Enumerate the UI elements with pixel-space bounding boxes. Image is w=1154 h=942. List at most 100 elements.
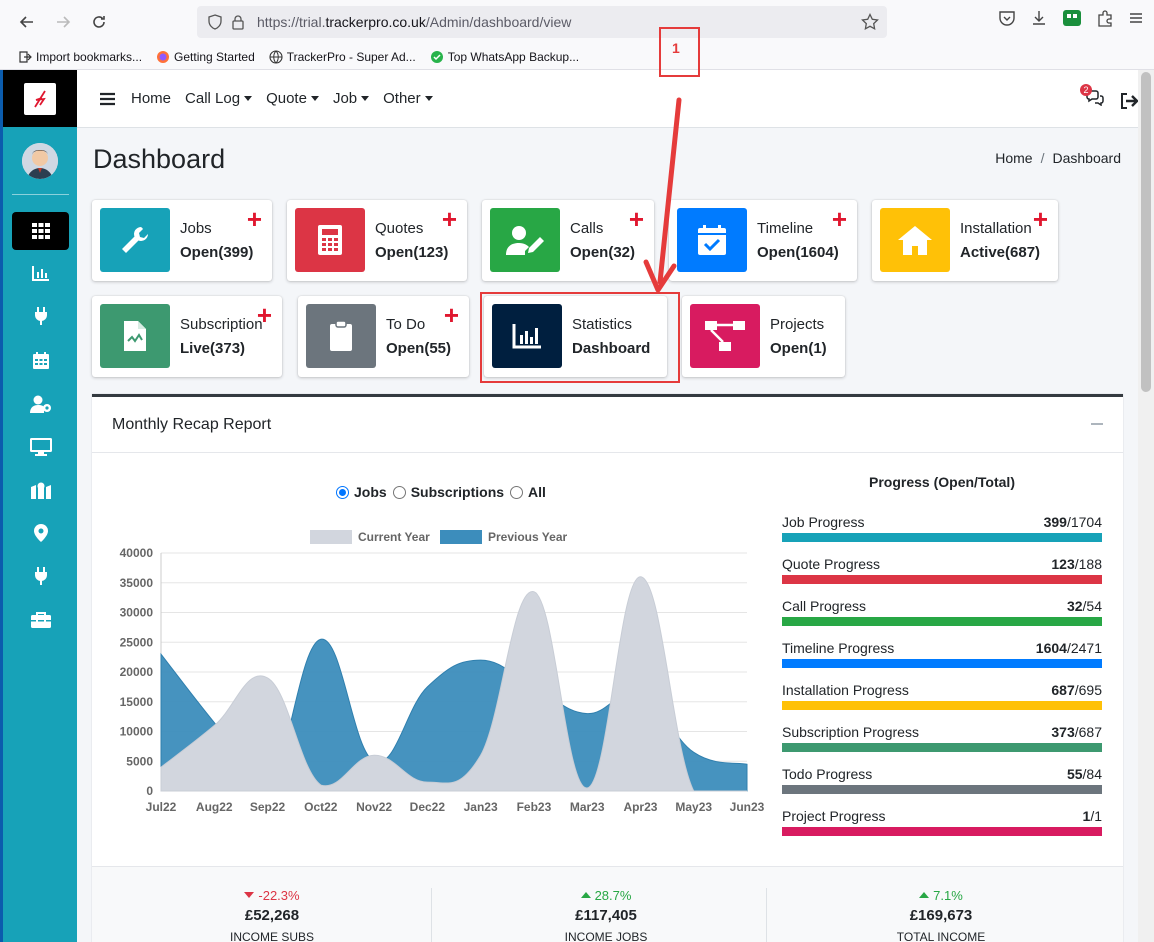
info-box-value: Open(1604) bbox=[757, 244, 839, 261]
brand-logo[interactable] bbox=[3, 70, 77, 127]
bookmark-getting-started[interactable]: Getting Started bbox=[156, 50, 255, 64]
progress-value: 399/1704 bbox=[1043, 514, 1102, 530]
bookmark-whatsapp-backup[interactable]: Top WhatsApp Backup... bbox=[430, 50, 579, 64]
firefox-icon bbox=[157, 50, 170, 63]
progress-bar bbox=[782, 785, 1102, 794]
nav-home[interactable]: Home bbox=[131, 90, 171, 107]
progress-bar bbox=[782, 617, 1102, 626]
card-header: Monthly Recap Report bbox=[92, 397, 1123, 453]
nav-job[interactable]: Job bbox=[333, 90, 370, 107]
messages-button[interactable]: 2 bbox=[1080, 84, 1104, 111]
collapse-minus-icon[interactable] bbox=[1091, 423, 1103, 425]
info-box-value: Open(55) bbox=[386, 340, 452, 357]
info-box-jobs[interactable]: Jobs Open(399) + bbox=[92, 200, 272, 281]
breadcrumb-separator: / bbox=[1040, 150, 1045, 166]
add-todo-button[interactable]: + bbox=[444, 302, 459, 328]
info-box-calls[interactable]: Calls Open(32) + bbox=[482, 200, 654, 281]
x-tick-label: Feb23 bbox=[517, 800, 552, 814]
add-installation-button[interactable]: + bbox=[1033, 206, 1048, 232]
nav-call-log[interactable]: Call Log bbox=[185, 90, 253, 107]
stat-percentage: -22.3% bbox=[172, 888, 372, 903]
sidebar-item-calendar[interactable] bbox=[12, 341, 69, 379]
info-box-title: Projects bbox=[770, 316, 825, 333]
url-text: https://trial.trackerpro.co.uk/Admin/das… bbox=[257, 14, 572, 30]
info-box-title: Jobs bbox=[180, 220, 212, 237]
annotation-arrow-icon bbox=[643, 97, 682, 293]
forward-button[interactable] bbox=[45, 4, 81, 40]
stat-amount: £169,673 bbox=[909, 907, 973, 924]
progress-title: Progress (Open/Total) bbox=[869, 474, 1015, 490]
extensions-puzzle-icon[interactable] bbox=[1096, 9, 1114, 27]
user-edit-icon bbox=[490, 208, 560, 272]
lock-icon bbox=[232, 15, 244, 30]
extension-green-icon[interactable] bbox=[1062, 9, 1082, 27]
add-quote-button[interactable]: + bbox=[442, 206, 457, 232]
sidebar-item-user-settings[interactable] bbox=[12, 385, 69, 423]
add-job-button[interactable]: + bbox=[247, 206, 262, 232]
radio-all[interactable] bbox=[510, 485, 524, 499]
progress-label: Project Progress bbox=[782, 808, 886, 824]
info-box-installation[interactable]: Installation Active(687) + bbox=[872, 200, 1058, 281]
bookmark-star-icon[interactable] bbox=[861, 13, 879, 31]
pocket-icon[interactable] bbox=[998, 9, 1016, 27]
annotation-number: 1 bbox=[672, 40, 680, 56]
sidebar-item-toolbox[interactable] bbox=[12, 601, 69, 639]
radio-jobs[interactable] bbox=[336, 485, 349, 499]
sidebar-item-map[interactable] bbox=[12, 471, 69, 509]
info-box-value: Open(1) bbox=[770, 340, 827, 357]
stat-label: TOTAL INCOME bbox=[896, 930, 986, 942]
info-box-todo[interactable]: To Do Open(55) + bbox=[298, 296, 469, 377]
info-box-value: Open(123) bbox=[375, 244, 449, 261]
menu-icon[interactable] bbox=[1128, 10, 1144, 26]
x-tick-label: Jun23 bbox=[730, 800, 765, 814]
info-box-subscription[interactable]: Subscription Live(373) + bbox=[92, 296, 282, 377]
bookmarks-bar: Import bookmarks... Getting Started Trac… bbox=[0, 44, 1154, 70]
hamburger-menu-icon[interactable] bbox=[100, 92, 115, 106]
radio-label-subscriptions: Subscriptions bbox=[410, 484, 505, 500]
back-button[interactable] bbox=[9, 4, 45, 40]
home-icon bbox=[880, 208, 950, 272]
bookmark-import[interactable]: Import bookmarks... bbox=[18, 50, 142, 64]
y-tick-label: 15000 bbox=[120, 695, 154, 709]
sidebar-item-plug-2[interactable] bbox=[12, 557, 69, 595]
sidebar-item-plug[interactable] bbox=[12, 297, 69, 335]
nav-other[interactable]: Other bbox=[383, 90, 433, 107]
x-tick-label: Jul22 bbox=[146, 800, 177, 814]
stat-amount: £117,405 bbox=[575, 907, 637, 924]
info-box-projects[interactable]: Projects Open(1) bbox=[682, 296, 845, 377]
bookmark-trackerpro[interactable]: TrackerPro - Super Ad... bbox=[269, 50, 416, 64]
legend-swatch bbox=[440, 530, 482, 544]
chart-bar-icon bbox=[31, 266, 49, 281]
progress-bar bbox=[782, 533, 1102, 542]
stat-label: INCOME SUBS bbox=[229, 930, 314, 942]
x-tick-label: Oct22 bbox=[304, 800, 338, 814]
breadcrumb-home[interactable]: Home bbox=[995, 150, 1032, 166]
sidebar-item-statistics[interactable] bbox=[12, 254, 69, 292]
add-timeline-button[interactable]: + bbox=[832, 206, 847, 232]
toolbox-icon bbox=[30, 612, 51, 628]
info-box-title: To Do bbox=[386, 316, 426, 333]
radio-subscriptions[interactable] bbox=[392, 485, 406, 499]
address-bar[interactable]: https://trial.trackerpro.co.uk/Admin/das… bbox=[197, 6, 887, 38]
reload-button[interactable] bbox=[81, 4, 117, 40]
nav-quote[interactable]: Quote bbox=[266, 90, 319, 107]
info-box-title: Installation bbox=[960, 220, 1032, 237]
progress-bar bbox=[782, 743, 1102, 752]
scrollbar-thumb[interactable] bbox=[1141, 72, 1151, 392]
sidebar-item-location[interactable] bbox=[12, 514, 69, 552]
radio-label-all: All bbox=[528, 484, 546, 500]
info-box-value: Live(373) bbox=[180, 340, 246, 357]
download-icon[interactable] bbox=[1030, 9, 1048, 27]
sidebar-item-dashboard[interactable] bbox=[12, 212, 69, 250]
sidebar-item-monitor[interactable] bbox=[12, 428, 69, 466]
progress-bar bbox=[782, 659, 1102, 668]
add-subscription-button[interactable]: + bbox=[257, 302, 272, 328]
stat-divider bbox=[431, 888, 432, 942]
logout-icon[interactable] bbox=[1120, 92, 1138, 109]
user-avatar[interactable] bbox=[22, 143, 58, 179]
stat-income-jobs: 28.7% £117,405 INCOME JOBS bbox=[506, 888, 706, 942]
info-box-quotes[interactable]: Quotes Open(123) + bbox=[287, 200, 467, 281]
legend-swatch bbox=[310, 530, 352, 544]
user-cog-icon bbox=[29, 395, 51, 413]
info-box-title: Timeline bbox=[757, 220, 814, 237]
